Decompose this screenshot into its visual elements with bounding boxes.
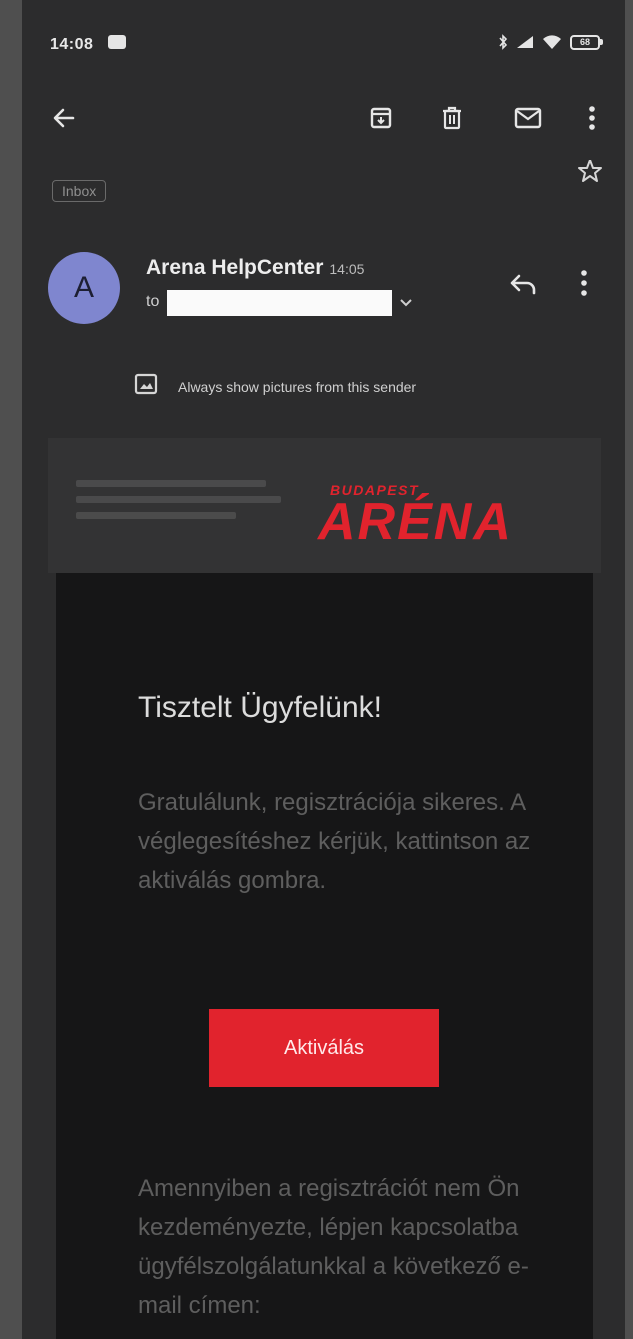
greeting-heading: Tisztelt Ügyfelünk!	[138, 691, 382, 724]
archive-icon[interactable]	[359, 96, 403, 140]
email-toolbar	[22, 82, 625, 160]
svg-text:ARÉNA: ARÉNA	[316, 493, 513, 545]
image-icon	[134, 373, 158, 400]
recipient-redacted	[167, 290, 392, 316]
battery-icon: 68	[570, 34, 603, 50]
chevron-down-icon[interactable]	[397, 290, 415, 319]
signal-icon	[517, 36, 533, 48]
battery-level: 68	[570, 34, 600, 50]
show-pictures-link[interactable]: Always show pictures from this sender	[134, 373, 416, 400]
message-notification-icon	[108, 35, 126, 49]
email-banner: BUDAPEST ARÉNA	[48, 438, 601, 573]
budapest-arena-logo: BUDAPEST ARÉNA	[316, 482, 513, 545]
contact-support-text: Amennyiben a regisztrációt nem Ön kezdem…	[138, 1175, 529, 1319]
inbox-label-chip[interactable]: Inbox	[52, 180, 107, 202]
status-time: 14:08	[50, 36, 94, 53]
sent-time: 14:05	[329, 261, 365, 277]
wifi-icon	[543, 34, 561, 49]
status-bar: 14:08 68	[22, 0, 625, 82]
phone-screen: 14:08 68 Inbox A Arena HelpCenter 14:05 …	[22, 0, 625, 1339]
status-icons: 68	[498, 34, 603, 50]
sender-name: Arena HelpCenter	[146, 256, 324, 279]
subject-area: Inbox	[22, 160, 625, 220]
banner-blurred-text	[76, 480, 286, 540]
show-pictures-text: Always show pictures from this sender	[178, 378, 417, 395]
mark-unread-icon[interactable]	[506, 96, 550, 140]
activate-button[interactable]: Aktiválás	[209, 1009, 439, 1087]
message-more-icon[interactable]	[580, 268, 588, 303]
more-vert-icon[interactable]	[570, 96, 614, 140]
reply-icon[interactable]	[507, 268, 539, 305]
sender-avatar[interactable]: A	[48, 252, 120, 324]
registration-success-text: Gratulálunk, regisztrációja sikeres. A v…	[138, 789, 531, 894]
sender-header: Arena HelpCenter 14:05	[146, 256, 364, 280]
back-arrow-icon[interactable]	[42, 96, 86, 140]
bluetooth-icon	[499, 34, 508, 50]
email-body-card: Tisztelt Ügyfelünk! Gratulálunk, regiszt…	[56, 573, 593, 1339]
recipient-label: to	[146, 293, 160, 310]
star-icon[interactable]	[577, 160, 603, 189]
delete-icon[interactable]	[430, 96, 474, 140]
